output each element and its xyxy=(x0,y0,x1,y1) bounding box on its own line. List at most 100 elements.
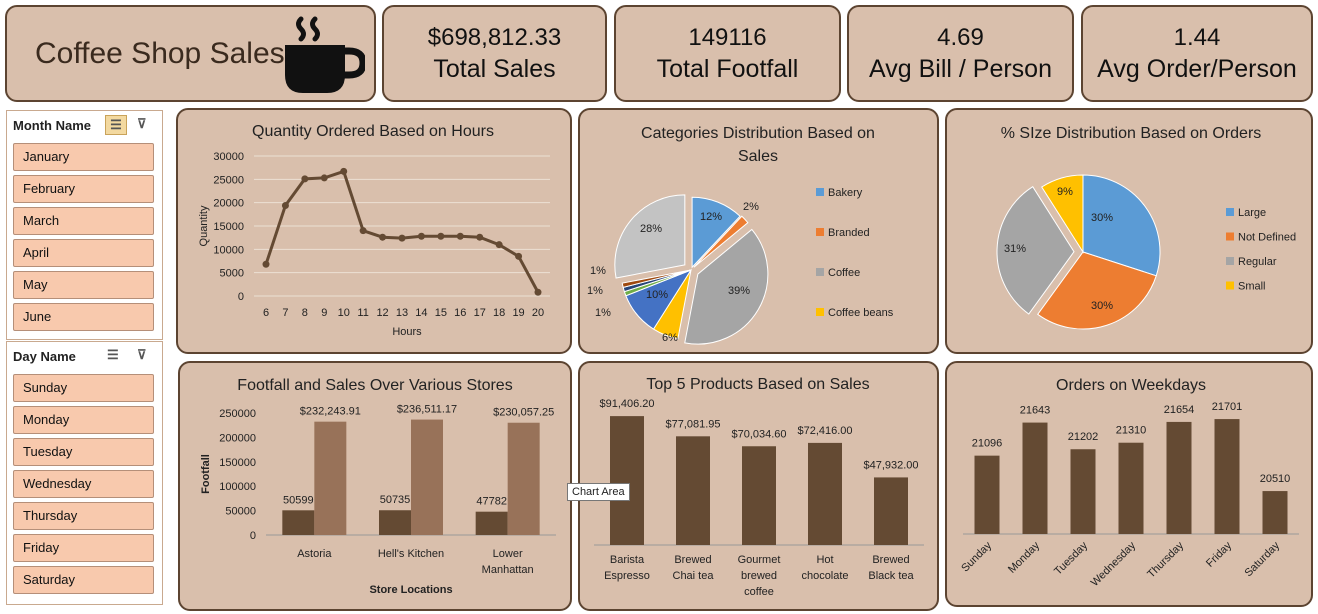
pie-chart-categories[interactable]: Categories Distribution Based on Sales 12%… xyxy=(580,110,937,352)
multi-select-icon[interactable]: ☰ xyxy=(105,115,127,135)
chart-title: % SIze Distribution Based on Orders xyxy=(1001,125,1262,142)
kpi-total-footfall: 149116 Total Footfall xyxy=(614,5,841,102)
month-slicer-title: Month Name xyxy=(13,117,91,133)
x-tick-label: Wednesday xyxy=(1089,539,1139,589)
day-slicer-header: Day Name ☰ ⊽ xyxy=(7,342,162,370)
chart-title: Quantity Ordered Based on Hours xyxy=(252,123,494,140)
data-label: 1% xyxy=(595,307,611,319)
legend-label: Small xyxy=(1238,281,1266,293)
data-label: 21701 xyxy=(1212,401,1243,413)
kpi-label: Total Footfall xyxy=(656,54,799,83)
x-tick-label: Saturday xyxy=(1243,539,1283,579)
data-label: $77,081.95 xyxy=(665,418,720,430)
clear-filter-icon[interactable]: ⊽ xyxy=(137,116,147,132)
bar-chart-stores[interactable]: Footfall and Sales Over Various Stores 0 5… xyxy=(180,363,570,609)
data-label: 50735 xyxy=(380,494,411,506)
slicer-item-march[interactable]: March xyxy=(13,207,154,235)
x-tick-label: Thursday xyxy=(1145,539,1186,580)
data-point xyxy=(417,232,425,240)
slicer-item-monday[interactable]: Monday xyxy=(13,406,154,434)
bar xyxy=(676,436,710,545)
bar xyxy=(507,422,540,535)
chart-card-stores[interactable]: Footfall and Sales Over Various Stores 0 5… xyxy=(178,361,572,611)
data-label: $47,932.00 xyxy=(863,459,918,471)
data-label: $236,511.17 xyxy=(397,404,457,416)
slicer-item-may[interactable]: May xyxy=(13,271,154,299)
y-tick-label: 200000 xyxy=(219,432,256,444)
y-axis-label: Quantity xyxy=(198,205,210,246)
data-point xyxy=(515,252,523,260)
data-label: 28% xyxy=(640,223,662,235)
data-point xyxy=(262,260,270,268)
x-tick-label: brewed xyxy=(741,570,777,582)
day-slicer: Day Name ☰ ⊽ Sunday Monday Tuesday Wedne… xyxy=(6,341,163,605)
bar xyxy=(1214,419,1240,534)
clear-filter-icon[interactable]: ⊽ xyxy=(137,347,147,363)
coffee-cup-icon xyxy=(285,16,365,93)
x-tick-label: 20 xyxy=(532,307,544,319)
slicer-item-tuesday[interactable]: Tuesday xyxy=(13,438,154,466)
x-tick-label: 14 xyxy=(415,307,427,319)
chart-card-categories[interactable]: Categories Distribution Based on Sales 12%… xyxy=(578,108,939,354)
bar xyxy=(314,421,347,535)
data-label: 21654 xyxy=(1164,404,1195,416)
x-tick-label: Barista xyxy=(610,554,645,566)
x-tick-label: Friday xyxy=(1204,539,1234,569)
data-label: $232,243.91 xyxy=(300,406,361,418)
line-chart-quantity-hours[interactable]: Quantity Ordered Based on Hours 0 5000 1000… xyxy=(178,110,570,352)
bar-chart-weekdays[interactable]: Orders on Weekdays 21096 Sunday 21643 Monday… xyxy=(947,363,1311,605)
y-tick-label: 15000 xyxy=(213,221,244,233)
x-tick-label: 19 xyxy=(512,307,524,319)
slicer-item-february[interactable]: February xyxy=(13,175,154,203)
legend-label: Branded xyxy=(828,227,870,239)
x-tick-label: 10 xyxy=(338,307,350,319)
data-label: $70,034.60 xyxy=(731,428,786,440)
day-slicer-title: Day Name xyxy=(13,348,76,364)
slicer-item-june[interactable]: June xyxy=(13,303,154,331)
slicer-item-sunday[interactable]: Sunday xyxy=(13,374,154,402)
slicer-item-wednesday[interactable]: Wednesday xyxy=(13,470,154,498)
kpi-value: 4.69 xyxy=(937,23,984,51)
bar xyxy=(411,419,443,535)
legend-swatch xyxy=(816,188,824,196)
data-label: 47782 xyxy=(476,496,507,508)
legend-label: Coffee beans xyxy=(828,307,894,319)
kpi-total-sales: $698,812.33 Total Sales xyxy=(382,5,607,102)
x-tick-label: 6 xyxy=(263,307,269,319)
legend-swatch xyxy=(816,308,824,316)
x-tick-label: Lower xyxy=(493,548,523,560)
multi-select-icon[interactable]: ☰ xyxy=(107,347,119,363)
x-tick-label: Manhattan xyxy=(482,564,534,576)
x-tick-label: Espresso xyxy=(604,570,650,582)
chart-card-weekdays[interactable]: Orders on Weekdays 21096 Sunday 21643 Monday… xyxy=(945,361,1313,607)
kpi-label: Avg Bill / Person xyxy=(869,54,1052,83)
data-label: 6% xyxy=(662,332,678,344)
data-label: 30% xyxy=(1091,300,1113,312)
slicer-item-january[interactable]: January xyxy=(13,143,154,171)
data-point xyxy=(301,175,309,183)
data-label: 1% xyxy=(590,265,606,277)
x-tick-label: 7 xyxy=(282,307,288,319)
x-tick-label: Sunday xyxy=(959,539,994,574)
data-point xyxy=(398,234,406,242)
slicer-item-saturday[interactable]: Saturday xyxy=(13,566,154,594)
bar xyxy=(475,511,508,535)
bar-chart-products[interactable]: Top 5 Products Based on Sales $91,406.20 B… xyxy=(580,363,937,609)
data-point xyxy=(359,227,367,235)
data-label: 2% xyxy=(743,201,759,213)
y-axis-label: Footfall xyxy=(200,454,212,494)
slicer-item-friday[interactable]: Friday xyxy=(13,534,154,562)
chart-card-hours[interactable]: Quantity Ordered Based on Hours 0 5000 1000… xyxy=(176,108,572,354)
chart-card-sizes[interactable]: % SIze Distribution Based on Orders 30% 30… xyxy=(945,108,1313,354)
pie-chart-sizes[interactable]: % SIze Distribution Based on Orders 30% 30… xyxy=(947,110,1311,352)
slicer-item-thursday[interactable]: Thursday xyxy=(13,502,154,530)
data-point xyxy=(437,232,445,240)
x-tick-label: 13 xyxy=(396,307,408,319)
x-tick-label: Monday xyxy=(1006,539,1043,576)
slicer-item-april[interactable]: April xyxy=(13,239,154,267)
chart-card-products[interactable]: Top 5 Products Based on Sales $91,406.20 B… xyxy=(578,361,939,611)
kpi-label: Total Sales xyxy=(433,54,556,83)
kpi-value: $698,812.33 xyxy=(427,23,562,51)
legend-label: Regular xyxy=(1238,256,1277,268)
data-label: 21096 xyxy=(972,438,1003,450)
